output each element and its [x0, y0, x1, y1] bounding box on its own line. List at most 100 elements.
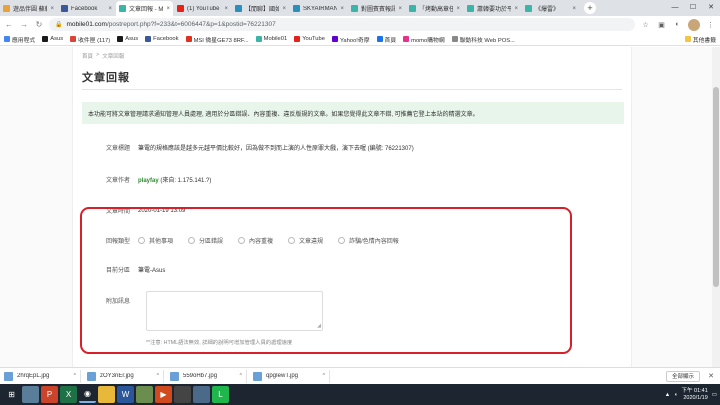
tab-favicon-icon [235, 5, 242, 12]
breadcrumb-home[interactable]: 首頁 [82, 52, 93, 60]
browser-tab[interactable]: 《爆雷》 × [522, 1, 579, 16]
taskbar-app-word[interactable]: W [117, 386, 134, 403]
browser-tab[interactable]: 「烤動高章任 × [406, 1, 463, 16]
bookmark-item[interactable]: momo購物網 [403, 35, 445, 44]
bookmark-favicon-icon [117, 36, 124, 42]
browser-tab[interactable]: Facebook × [58, 1, 115, 16]
bookmark-item[interactable]: 首頁 [376, 35, 396, 44]
browser-tab[interactable]: 對圖賓賓報訊 × [348, 1, 405, 16]
browser-tab[interactable]: (1) YouTube × [174, 1, 231, 16]
tab-close-icon[interactable]: × [398, 6, 402, 12]
tab-close-icon[interactable]: × [514, 6, 518, 12]
page-scrollbar[interactable] [712, 47, 720, 367]
browser-tab[interactable]: SKYAIRMAN ...× [290, 1, 347, 16]
bookmark-label: 收件匣 (117) [78, 37, 111, 44]
windows-start-icon[interactable]: ⊞ [3, 386, 20, 403]
taskbar-app-tool[interactable] [174, 386, 191, 403]
tab-close-icon[interactable]: × [572, 6, 576, 12]
extension-icon-2[interactable]: ◐ [672, 19, 683, 30]
bookmark-favicon-icon [255, 36, 262, 42]
red-annotation-box [80, 207, 572, 354]
menu-icon[interactable]: ⋮ [705, 19, 716, 30]
minimize-button[interactable]: — [666, 0, 684, 14]
taskbar-app-excel[interactable]: X [60, 386, 77, 403]
bookmark-label: momo購物網 [411, 37, 445, 44]
bookmark-label: MSI 微星GE73 8RF... [193, 37, 249, 44]
tab-close-icon[interactable]: × [340, 6, 344, 12]
maximize-button[interactable]: ☐ [684, 0, 702, 14]
subject-value: 筆電的規格應該是越多元越平價比較好，因為做不到而上演的人性原罪大戲，演下去喔 (… [138, 146, 414, 152]
url-path: /postreport.php?f=233&t=6006447&p=1&post… [106, 21, 276, 28]
forward-icon[interactable]: → [19, 20, 29, 30]
chevron-up-icon[interactable]: ^ [74, 373, 76, 379]
browser-tab[interactable]: 文章回報 - Mo × [116, 1, 173, 16]
download-item[interactable]: qpgIewT.jpg ^ [253, 369, 330, 383]
image-file-icon [253, 371, 262, 381]
download-item[interactable]: 2hrqEpL.jpg ^ [4, 369, 81, 383]
avatar[interactable] [688, 18, 700, 31]
browser-tab[interactable]: 遊品伴圓 蘇軒上× [0, 1, 57, 16]
bookmark-favicon-icon [451, 36, 458, 42]
extension-icon[interactable]: ▣ [656, 19, 667, 30]
taskbar-app-media[interactable]: ▶ [155, 386, 172, 403]
tab-close-icon[interactable]: × [108, 6, 112, 12]
taskbar-app-tool-2[interactable] [193, 386, 210, 403]
bookmark-item[interactable]: 應用程式 [4, 35, 35, 44]
other-bookmarks[interactable]: 其他書籤 [684, 35, 716, 44]
bookmark-label: YouTube [302, 36, 325, 42]
bookmark-item[interactable]: Yahoo!奇摩 [331, 35, 370, 44]
notification-icon[interactable]: ▭ [712, 392, 717, 398]
bookmark-item[interactable]: MSI 微星GE73 8RF... [185, 35, 249, 44]
bookmark-item[interactable]: YouTube [294, 36, 325, 42]
bookmark-label: Asus [125, 36, 139, 42]
other-bookmarks-label: 其他書籤 [692, 37, 716, 44]
bookmark-item[interactable]: 聯動科技 Web POS... [451, 35, 515, 44]
scroll-thumb[interactable] [713, 87, 719, 287]
tab-close-icon[interactable]: × [50, 6, 54, 12]
chevron-up-icon[interactable]: ^ [157, 373, 159, 379]
close-shelf-icon[interactable]: ✕ [706, 372, 716, 380]
bookmark-item[interactable]: 收件匣 (117) [70, 35, 110, 44]
tab-favicon-icon [409, 5, 416, 12]
show-all-downloads-button[interactable]: 全部顯示 [665, 370, 700, 382]
download-item[interactable]: 559oHb7.jpg ^ [170, 369, 247, 383]
tab-close-icon[interactable]: × [282, 6, 286, 12]
reload-icon[interactable]: ↻ [34, 20, 44, 30]
taskbar-app-photo[interactable] [22, 386, 39, 403]
bookmark-item[interactable]: Facebook [145, 36, 179, 42]
chevron-up-icon[interactable]: ^ [323, 373, 325, 379]
tab-title: 「烤動高章任 [419, 7, 454, 13]
clock[interactable]: 下午 01:41 2020/1/19 [682, 388, 708, 402]
back-icon[interactable]: ← [4, 20, 14, 30]
close-window-button[interactable]: ✕ [702, 0, 720, 14]
taskbar-app-ppt[interactable]: P [41, 386, 58, 403]
tab-close-icon[interactable]: × [166, 6, 170, 12]
taskbar-app-image[interactable] [136, 386, 153, 403]
star-icon[interactable]: ☆ [640, 19, 651, 30]
volume-icon[interactable]: ◖ [674, 392, 677, 398]
bookmark-favicon-icon [331, 36, 338, 42]
address-bar[interactable]: 🔒 mobile01.com/postreport.php?f=233&t=60… [49, 18, 635, 31]
author-name[interactable]: playfay [138, 178, 159, 184]
taskbar: ⊞ P X ◉ W ▶ L ▲ ◖ 下午 01:41 2020/1/19 ▭ [0, 384, 720, 405]
browser-tab[interactable]: 【閒聊】國如 × [232, 1, 289, 16]
page-title: 文章回報 [82, 72, 130, 84]
taskbar-app-chrome[interactable]: ◉ [79, 386, 96, 403]
taskbar-app-line[interactable]: L [212, 386, 229, 403]
tab-close-icon[interactable]: × [224, 6, 228, 12]
network-icon[interactable]: ▲ [665, 392, 670, 398]
chevron-up-icon[interactable]: ^ [240, 373, 242, 379]
image-file-icon [87, 371, 96, 381]
tab-close-icon[interactable]: × [456, 6, 460, 12]
browser-tab[interactable]: 蕭韓要功於平 × [464, 1, 521, 16]
author-row: 文章作者 playfay (來自: 1.175.141.?) [73, 175, 633, 184]
bookmark-label: 聯動科技 Web POS... [459, 37, 515, 44]
bookmark-item[interactable]: Mobile01 [255, 36, 287, 42]
bookmark-item[interactable]: Asus [42, 36, 63, 42]
clock-date: 2020/1/19 [683, 394, 708, 401]
taskbar-app-folder[interactable] [98, 386, 115, 403]
new-tab-button[interactable]: + [584, 2, 596, 14]
download-item[interactable]: zOY3nEr.jpg ^ [87, 369, 164, 383]
bookmark-favicon-icon [185, 36, 192, 42]
bookmark-item[interactable]: Asus [117, 36, 138, 42]
